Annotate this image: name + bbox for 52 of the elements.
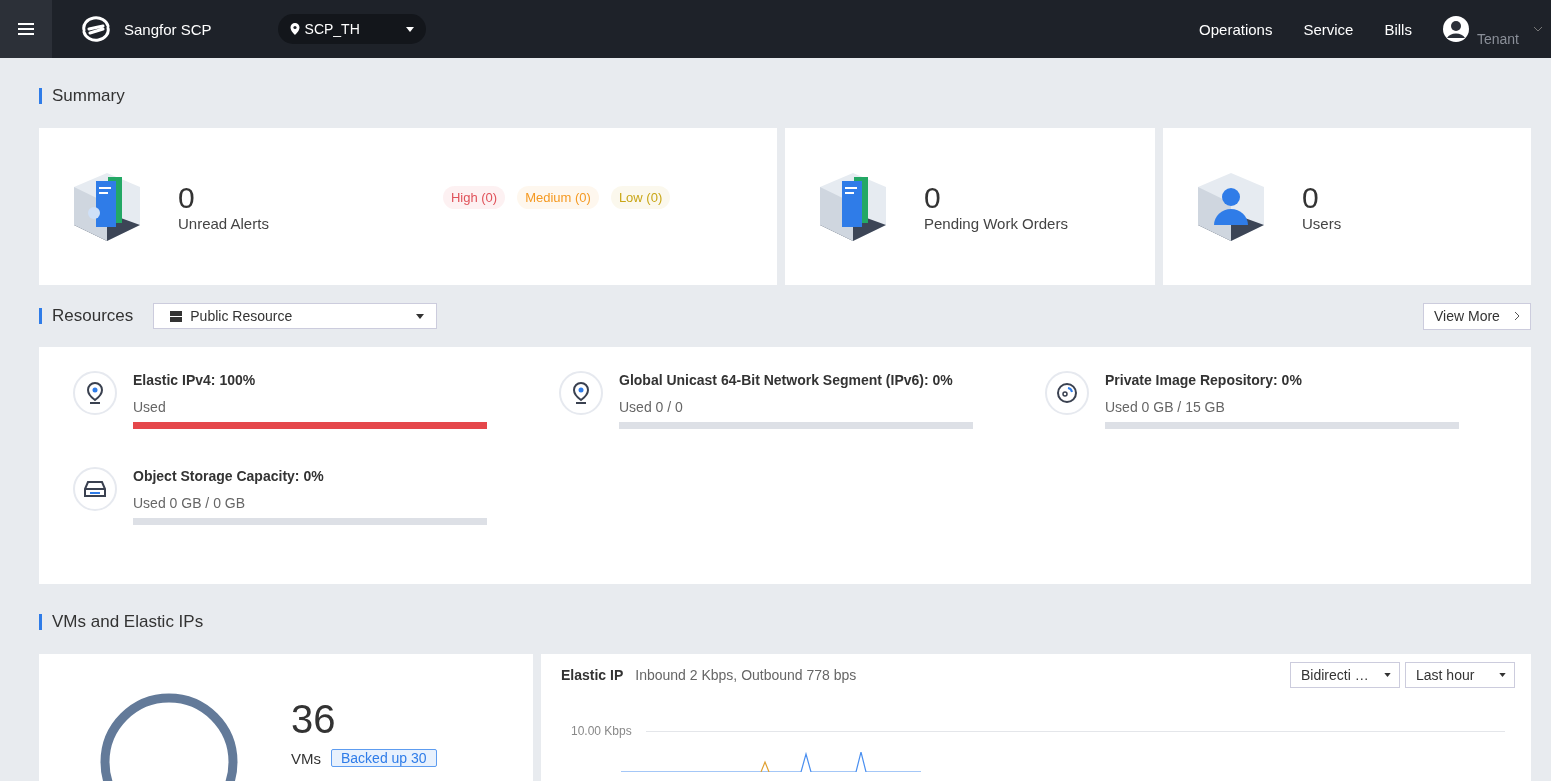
avatar-icon[interactable] (1442, 16, 1469, 42)
count-value: 0 (924, 181, 942, 215)
resource-title: Object Storage Capacity: 0% (133, 467, 325, 486)
chevron-right-icon (1514, 311, 1520, 321)
count-label: Users (1302, 215, 1342, 232)
count-value: 0 (1302, 181, 1320, 215)
location-pin-icon (289, 23, 300, 35)
nav-link[interactable]: Bills (1384, 20, 1412, 38)
view-more-button[interactable]: View More (1423, 302, 1531, 330)
resource-title: Elastic IPv4: 100% (133, 371, 257, 390)
nav-link[interactable]: Operations (1199, 20, 1273, 38)
chart-title: Elastic IP (561, 667, 624, 683)
count-label: Unread Alerts (178, 215, 269, 232)
vm-count: 36 (291, 696, 337, 743)
backup-tag: Backed up 30 (331, 749, 437, 767)
nav-link[interactable]: Service (1303, 20, 1354, 38)
caret-icon (405, 26, 414, 32)
axis-label: 10.00 Kbps (571, 724, 632, 738)
time-range-dropdown[interactable]: Last hour (1405, 662, 1515, 688)
usage-text: Used 0 / 0 (619, 399, 684, 415)
resource-type-dropdown[interactable]: Public Resource (153, 303, 438, 329)
hard-drive-icon (84, 480, 106, 498)
caret-icon (416, 313, 425, 319)
usage-text: Used 0 GB / 0 GB (133, 495, 247, 511)
count-label: Pending Work Orders (924, 215, 1068, 232)
region-selector[interactable]: SCP_TH (277, 14, 426, 44)
direction-dropdown[interactable]: Bidirecti … (1290, 662, 1400, 688)
user-role: Tenant (1476, 31, 1519, 47)
resource-title: Global Unicast 64-Bit Network Segment (IPv6): 0% (619, 371, 954, 390)
section-title: VMs and Elastic IPs (39, 614, 204, 630)
location-pin-icon (86, 382, 104, 404)
chevron-down-icon[interactable] (1533, 26, 1543, 32)
vm-label: VMs (291, 749, 321, 767)
server-icon (170, 310, 183, 322)
usage-text: Used (133, 399, 167, 415)
caret-icon (1499, 673, 1506, 677)
location-pin-icon (572, 382, 590, 404)
count-value: 0 (178, 181, 196, 215)
traffic-summary: Inbound 2 Kbps, Outbound 778 bps (635, 667, 857, 683)
resource-title: Private Image Repository: 0% (1105, 371, 1303, 390)
section-title: Summary (39, 88, 125, 104)
severity-badge: Medium (0) (517, 186, 599, 209)
section-title: Resources (39, 308, 134, 324)
disc-icon (1056, 382, 1078, 404)
brand-name: Sangfor SCP (124, 20, 212, 38)
logo-icon (80, 16, 112, 42)
menu-icon (18, 22, 34, 36)
usage-text: Used 0 GB / 15 GB (1105, 399, 1226, 415)
severity-badge: High (0) (442, 186, 506, 209)
menu-button[interactable] (0, 0, 52, 58)
severity-badge: Low (0) (610, 186, 671, 209)
caret-icon (1384, 673, 1391, 677)
